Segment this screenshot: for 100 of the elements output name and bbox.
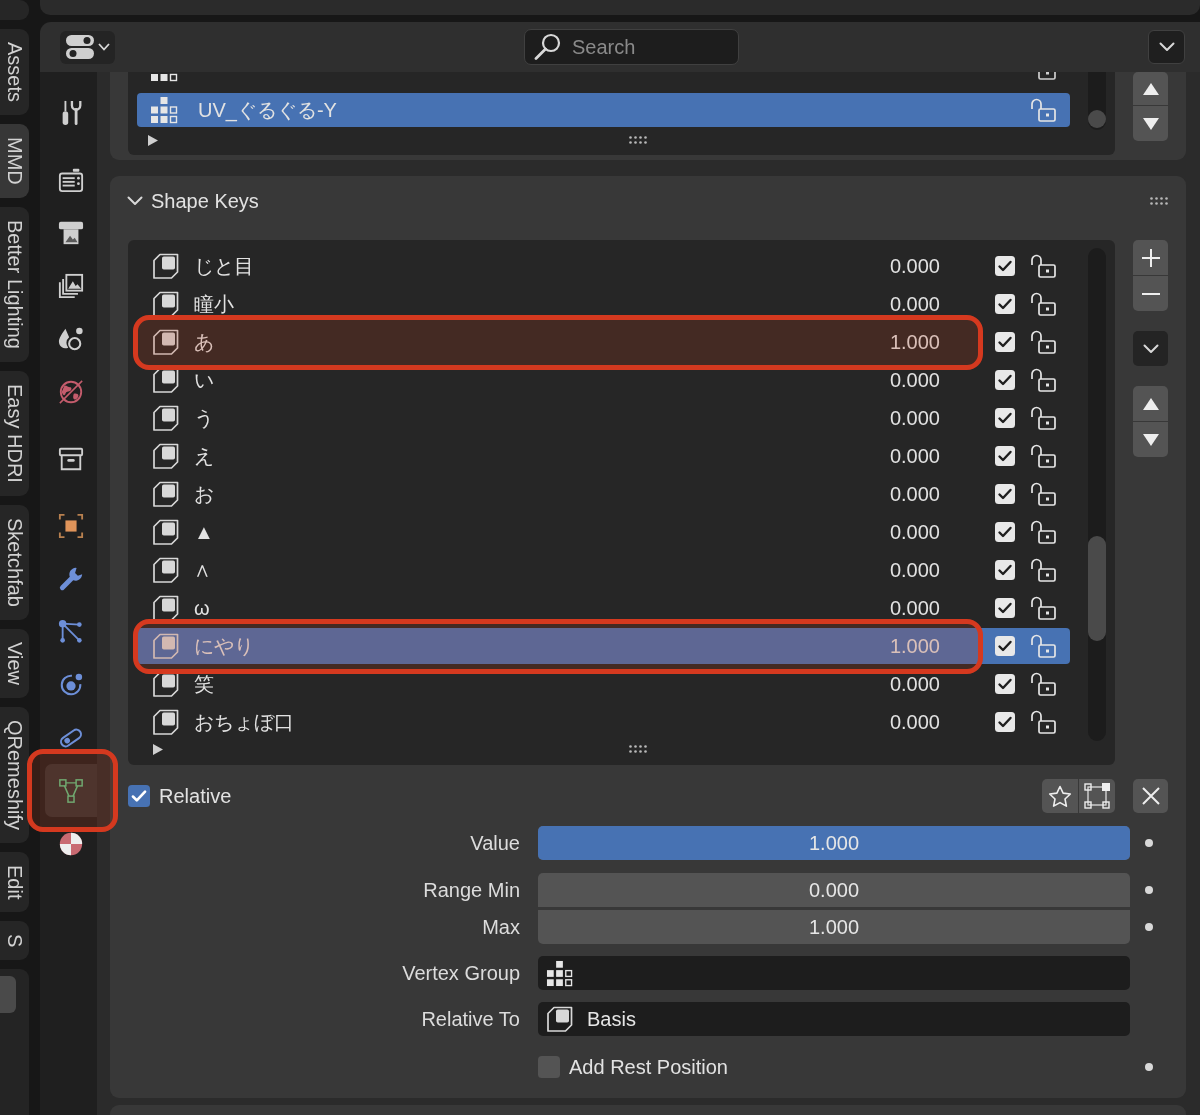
square-corners-icon [1084, 783, 1110, 809]
shape-key-value: 0.000 [888, 406, 940, 430]
close-icon [1141, 787, 1160, 805]
checkbox[interactable] [995, 484, 1015, 504]
field-label: Max [481, 915, 520, 939]
lock-icon [1030, 253, 1057, 279]
star-button[interactable] [1042, 779, 1078, 813]
add-button[interactable] [1133, 240, 1168, 275]
shape-key-name: ∧ [194, 558, 212, 582]
dropdown-button[interactable] [1133, 331, 1168, 366]
uv-map-row[interactable]: UV_ぐるぐる-Y [137, 93, 1070, 127]
sidebar-tab[interactable]: S [0, 921, 29, 961]
sidebar-tab[interactable]: Easy HDRI [0, 370, 29, 496]
shape-key-value: 0.000 [888, 368, 940, 392]
search-field[interactable]: Search [524, 29, 739, 65]
lock-icon [1030, 291, 1057, 317]
checkbox[interactable] [995, 408, 1015, 428]
panel-title[interactable]: Shape Keys [151, 188, 1142, 213]
lock-icon [1030, 671, 1057, 697]
sidebar-tab[interactable]: View [0, 628, 29, 698]
dropdown-button[interactable] [1148, 30, 1185, 64]
shape-key-value: 0.000 [888, 596, 940, 620]
vertex-group-field[interactable] [538, 956, 1130, 990]
shape-key-name: おちょぼ口 [194, 710, 295, 734]
triangle-right-icon[interactable] [153, 743, 163, 755]
uv-map-name: UV_ぐるぐる-Y [198, 98, 338, 122]
checkbox[interactable] [995, 256, 1015, 276]
triangle-right-icon[interactable] [148, 134, 158, 146]
field-label: Vertex Group [401, 961, 520, 985]
scrollbar-thumb[interactable] [1088, 110, 1106, 128]
editor-type-button[interactable] [60, 30, 115, 64]
move-down-button[interactable] [1133, 422, 1168, 457]
checkbox-label[interactable]: Relative [159, 784, 232, 808]
grip-icon [1150, 196, 1168, 205]
scrollbar-thumb[interactable] [1088, 536, 1106, 641]
move-up-button[interactable] [1133, 72, 1168, 105]
move-down-button[interactable] [1133, 106, 1168, 141]
shape-key-icon [152, 708, 180, 736]
sidebar-tab[interactable]: Edit [0, 851, 29, 913]
dot-icon[interactable] [1145, 923, 1153, 931]
shape-key-name: う [194, 406, 215, 430]
shape-key-icon [152, 328, 180, 356]
checkbox[interactable] [538, 1056, 560, 1078]
checkbox-label[interactable]: Add Rest Position [569, 1055, 728, 1079]
lock-icon [1030, 481, 1057, 507]
checkbox[interactable] [995, 712, 1015, 732]
checkbox[interactable] [995, 294, 1015, 314]
minus-icon [1141, 292, 1160, 295]
remove-button[interactable] [1133, 276, 1168, 311]
globe-icon [58, 378, 84, 405]
checkbox[interactable] [995, 522, 1015, 542]
shape-key-icon [546, 1005, 574, 1033]
lock-icon [1030, 709, 1057, 735]
shape-key-value: 0.000 [888, 558, 940, 582]
number-field[interactable]: 1.000 [538, 910, 1130, 944]
checkbox[interactable] [995, 636, 1015, 656]
shape-key-name: ω [194, 596, 211, 620]
drop-and-circles-icon [58, 325, 84, 352]
caret-icon [98, 43, 110, 51]
square-corners-button[interactable] [1079, 779, 1115, 813]
dot-icon[interactable] [1145, 886, 1153, 894]
shape-key-icon [152, 518, 180, 546]
dot-icon[interactable] [1145, 839, 1153, 847]
shape-key-name: え [194, 444, 215, 468]
checkbox[interactable] [995, 674, 1015, 694]
search-icon [534, 33, 561, 60]
camera-icon [58, 166, 84, 193]
lock-icon [1030, 557, 1057, 583]
checkbox[interactable] [995, 370, 1015, 390]
lock-icon [1030, 405, 1057, 431]
sidebar-tab[interactable]: Sketchfab [0, 504, 29, 620]
relative-to-field[interactable]: Basis [538, 1002, 1130, 1036]
shape-key-name: お [194, 482, 215, 506]
shape-key-value: 0.000 [888, 254, 940, 278]
sidebar-tab[interactable]: Better Lighting [0, 206, 29, 362]
checkbox[interactable] [128, 785, 150, 807]
number-field[interactable]: 0.000 [538, 873, 1130, 907]
sidebar-tab[interactable]: Assets [0, 29, 29, 116]
grip-icon [629, 745, 647, 753]
checkbox[interactable] [995, 598, 1015, 618]
shape-key-name: にやり [194, 634, 255, 658]
shape-key-icon [152, 594, 180, 622]
sidebar-tab[interactable]: MMD [0, 124, 29, 198]
triangle-down-icon [1142, 117, 1159, 130]
checkbox[interactable] [995, 332, 1015, 352]
checkbox[interactable] [995, 560, 1015, 580]
scrollbar-thumb[interactable] [0, 976, 16, 1014]
lock-icon [1030, 633, 1057, 659]
archive-box-icon [58, 445, 84, 472]
dot-icon[interactable] [1145, 1063, 1153, 1071]
chevron-down-icon [1142, 343, 1159, 354]
checkbox[interactable] [995, 446, 1015, 466]
close-button[interactable] [1133, 779, 1168, 813]
shape-key-name: 瞳小 [194, 292, 235, 316]
mesh-triangle-icon [58, 777, 84, 804]
shape-key-value: 0.000 [888, 520, 940, 544]
value-slider[interactable]: 1.000 [538, 826, 1130, 860]
sidebar-tab[interactable]: QRemeshify [0, 706, 29, 843]
shape-key-value: 0.000 [888, 292, 940, 316]
move-up-button[interactable] [1133, 386, 1168, 421]
